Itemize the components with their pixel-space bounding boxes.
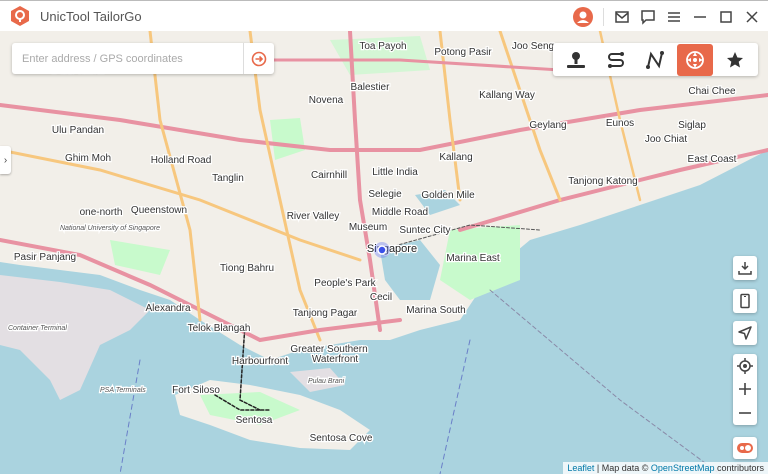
favorites-button[interactable] [717,44,753,76]
current-location-marker[interactable] [374,242,390,258]
mail-icon[interactable] [614,9,630,25]
menu-icon[interactable] [666,9,682,25]
device-icon [740,293,750,309]
place-label: Balestier [351,82,391,93]
place-label: Tiong Bahru [220,263,274,274]
navigate-button[interactable] [733,321,757,345]
minor-place-label: National University of Singapore [60,225,160,232]
teleport-icon [566,51,585,68]
place-label: Sentosa [236,415,273,426]
place-label: Siglap [678,120,706,131]
user-avatar-icon[interactable] [573,6,593,27]
place-label: Kallang [439,152,472,163]
search-go-button[interactable] [243,43,274,74]
place-label: Suntec City [399,225,450,236]
place-label: Little India [372,167,418,178]
app-logo-icon [11,6,29,26]
download-icon [738,262,752,275]
place-label: Joo Chiat [645,134,687,145]
place-label: Novena [309,95,344,106]
place-label: Middle Road [372,207,428,218]
maximize-icon[interactable] [718,9,734,25]
osm-link[interactable]: OpenStreetMap [651,463,715,473]
device-button[interactable] [733,289,757,313]
toggle-icon [737,443,753,453]
place-label: Potong Pasir [434,47,492,58]
place-label: Selegie [368,189,402,200]
close-icon[interactable] [744,9,760,25]
app-title: UnicTool TailorGo [40,8,142,24]
place-label: East Coast [688,154,737,165]
place-label: Sentosa Cove [310,433,373,444]
place-label: Golden Mile [421,190,475,201]
zoom-out-icon[interactable] [737,405,753,421]
teleport-mode-button[interactable] [558,44,594,76]
two-spot-route-icon [607,51,624,68]
sidebar-expand-button[interactable]: › [0,146,11,174]
attribution-text: | Map data © [594,463,651,473]
arrow-right-circle-icon [251,51,267,66]
divider [603,7,604,26]
place-label: Tanglin [212,173,244,184]
place-label: Waterfront [312,354,359,365]
leaflet-link[interactable]: Leaflet [567,463,594,473]
locate-icon[interactable] [737,357,753,374]
place-label: Telok Blangah [188,323,251,334]
land-port [0,275,150,400]
place-label: Queenstown [131,205,187,216]
title-bar: UnicTool TailorGo [0,0,768,31]
toggle-button[interactable] [733,437,757,459]
zoom-in-icon[interactable] [737,381,753,397]
place-label: Toa Payoh [359,41,406,52]
place-label: Cairnhill [311,170,347,181]
place-label: People's Park [314,278,376,289]
joystick-icon [686,50,705,69]
mode-toolbar [553,43,758,76]
map-tiles: Toa PayohPotong PasirJoo SengBukit Timah… [0,31,768,474]
minor-place-label: Container Terminal [8,325,67,332]
place-label: Alexandra [145,303,190,314]
place-label: Holland Road [151,155,212,166]
map-attribution: Leaflet | Map data © OpenStreetMap contr… [563,462,768,474]
place-label: River Valley [287,211,340,222]
place-label: Fort Siloso [172,385,220,396]
place-label: Chai Chee [688,86,736,97]
place-label: Joo Seng [512,41,554,52]
map-view[interactable]: Toa PayohPotong PasirJoo SengBukit Timah… [0,31,768,474]
feedback-icon[interactable] [640,9,656,25]
place-label: Ulu Pandan [52,125,104,136]
joystick-mode-button[interactable] [677,43,714,76]
import-gpx-button[interactable] [733,256,757,280]
place-label: Museum [349,222,387,233]
attribution-suffix: contributors [714,463,764,473]
place-label: Pasir Panjang [14,252,76,263]
navigate-icon [738,326,752,340]
search-bar [12,43,274,74]
multi-spot-route-icon [646,50,665,69]
place-label: Geylang [529,120,566,131]
place-label: Eunos [606,118,634,129]
place-label: Tanjong Pagar [293,308,358,319]
place-label: Ghim Moh [65,153,111,164]
address-input[interactable] [12,43,243,74]
minor-place-label: Pulau Brani [308,378,345,385]
place-label: Kallang Way [479,90,535,101]
minimize-icon[interactable] [692,9,708,25]
minor-place-label: PSA Terminals [100,387,146,394]
multi-spot-mode-button[interactable] [637,44,673,76]
place-label: Cecil [370,292,392,303]
place-label: one-north [80,207,123,218]
place-label: Harbourfront [232,356,288,367]
place-label: Tanjong Katong [568,176,638,187]
place-label: Marina South [406,305,465,316]
place-label: Marina East [446,253,500,264]
zoom-controls [733,354,757,425]
two-spot-mode-button[interactable] [598,44,634,76]
star-icon [727,51,744,67]
